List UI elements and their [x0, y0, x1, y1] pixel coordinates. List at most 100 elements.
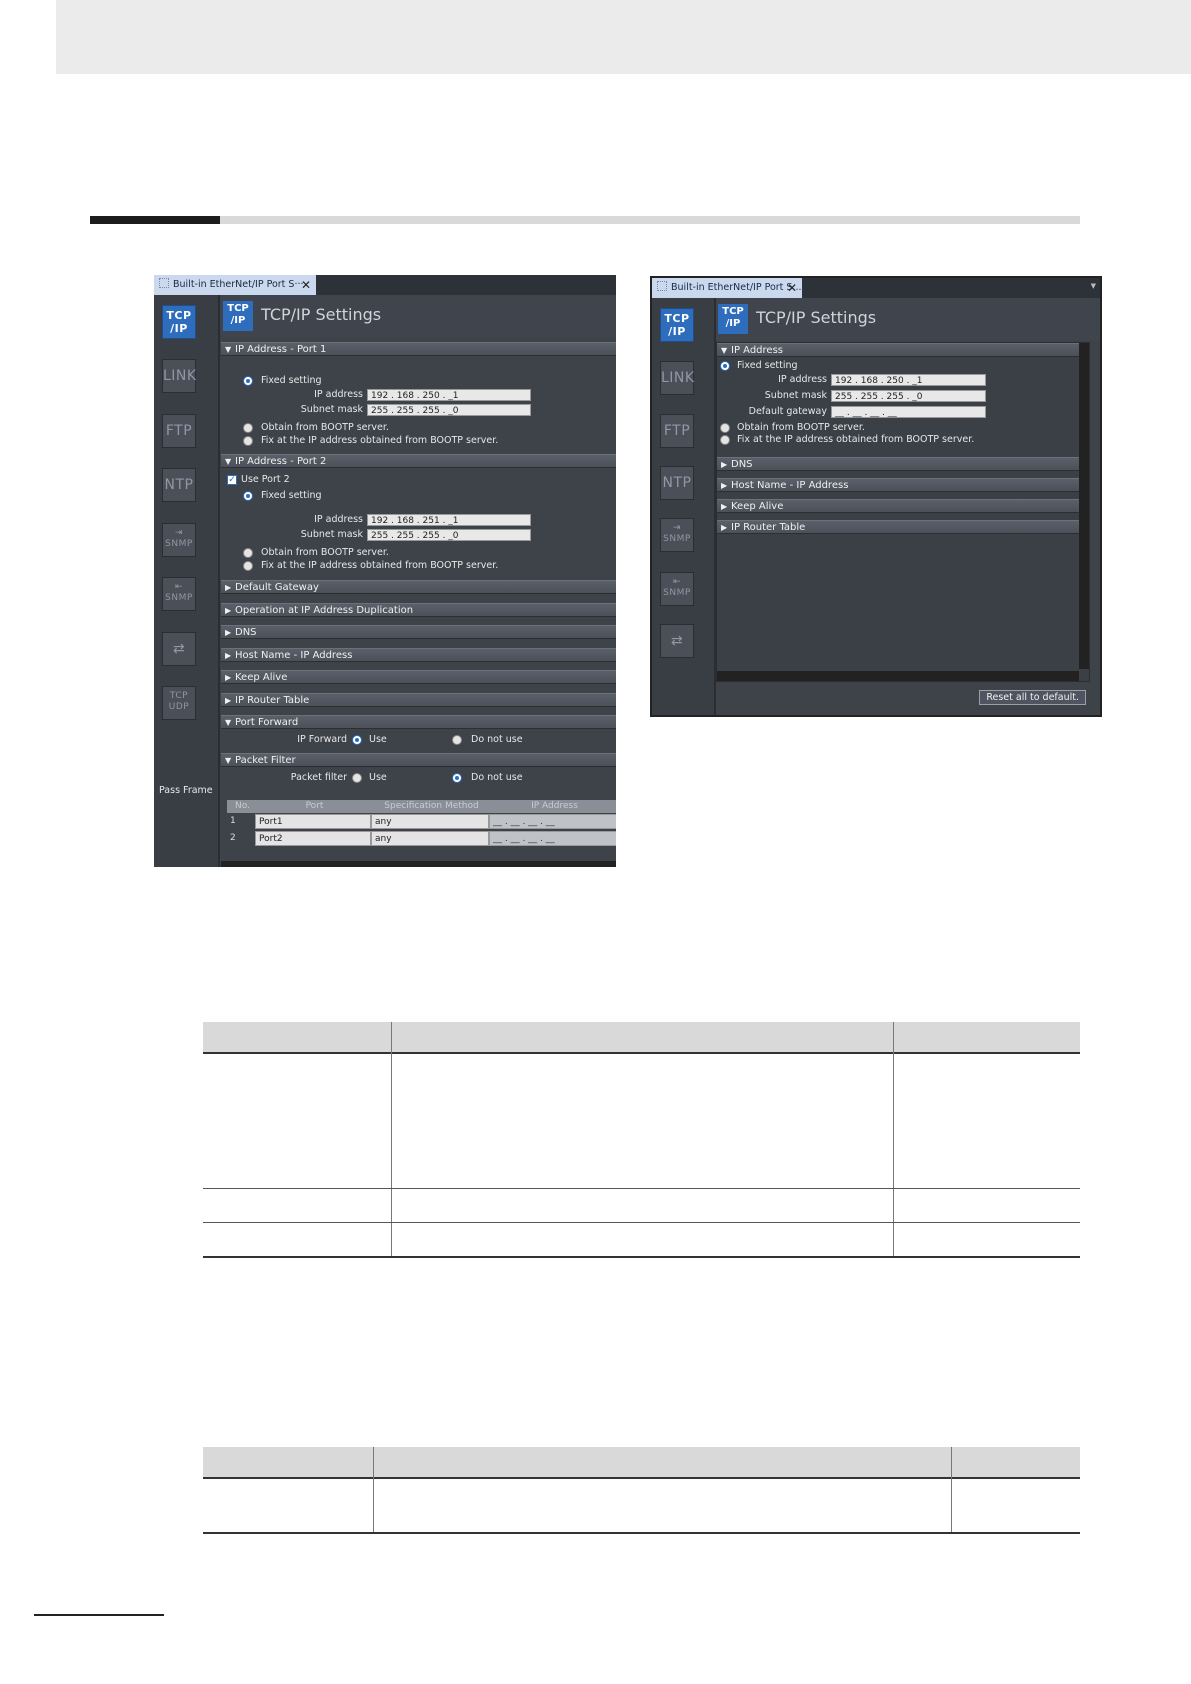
- section-host-name[interactable]: ▶ Host Name - IP Address: [221, 648, 616, 662]
- subnet-mask-field[interactable]: 255 . 255 . 255 . _0: [367, 404, 531, 416]
- fix-bootp-radio[interactable]: [243, 436, 253, 446]
- ftp-icon[interactable]: FTP: [162, 414, 196, 448]
- ip-address-cell[interactable]: __ . __ . __ . __: [489, 814, 616, 829]
- ntp-icon[interactable]: NTP: [162, 468, 196, 502]
- dropdown-arrow-icon[interactable]: ▼: [1091, 282, 1096, 290]
- bootp-radio[interactable]: [243, 423, 253, 433]
- section-label: IP Address: [731, 345, 783, 356]
- ip-forward-use-radio[interactable]: [352, 735, 362, 745]
- vertical-scrollbar[interactable]: [1079, 343, 1089, 669]
- column-header: Specification Method: [384, 801, 479, 811]
- collapse-arrow-icon: ▶: [721, 481, 728, 490]
- section-keep-alive[interactable]: ▶ Keep Alive: [717, 499, 1089, 513]
- default-gateway-field[interactable]: __ . __ . __ . __: [831, 406, 986, 418]
- reset-all-button[interactable]: Reset all to default.: [979, 690, 1086, 705]
- snmp-send-icon[interactable]: ⇥ SNMP: [660, 518, 694, 552]
- bootp-radio[interactable]: [720, 423, 730, 433]
- section-ip-router-table[interactable]: ▶ IP Router Table: [717, 520, 1089, 534]
- snmp-send-icon[interactable]: ⇥ SNMP: [162, 523, 196, 557]
- section-ip-address-port1[interactable]: ▼ IP Address - Port 1: [221, 342, 616, 356]
- collapse-arrow-icon: ▶: [225, 673, 232, 682]
- tab-title: Built-in EtherNet/IP Port S...: [671, 282, 802, 293]
- ntp-icon[interactable]: NTP: [660, 466, 694, 500]
- section-default-gateway[interactable]: ▶ Default Gateway: [221, 580, 616, 594]
- fix-bootp-radio-port2[interactable]: [243, 561, 253, 571]
- port-cell[interactable]: Port1: [255, 814, 371, 829]
- tab-title: Built-in EtherNet/IP Port S···: [173, 279, 304, 290]
- subnet-mask-field-port2[interactable]: 255 . 255 . 255 . _0: [367, 529, 531, 541]
- ip-forward-do-not-use-radio[interactable]: [452, 735, 462, 745]
- row-number: 1: [227, 814, 255, 829]
- ip-address-cell[interactable]: __ . __ . __ . __: [489, 831, 616, 846]
- table-header: [203, 1022, 1080, 1054]
- table-row[interactable]: 1 Port1 any __ . __ . __ . __: [227, 814, 616, 830]
- section-label: DNS: [235, 627, 257, 638]
- collapse-arrow-icon: ▶: [225, 651, 232, 660]
- section-ip-duplication[interactable]: ▶ Operation at IP Address Duplication: [221, 603, 616, 617]
- packet-filter-do-not-use-label: Do not use: [471, 772, 523, 783]
- horizontal-scrollbar[interactable]: [221, 861, 616, 867]
- fix-bootp-radio[interactable]: [720, 435, 730, 445]
- transfer-icon[interactable]: ⇄: [660, 624, 694, 658]
- section-ip-address[interactable]: ▼ IP Address: [717, 343, 1089, 357]
- packet-filter-use-radio[interactable]: [352, 773, 362, 783]
- tcpip-icon[interactable]: TCP/IP: [660, 308, 694, 342]
- section-keep-alive[interactable]: ▶ Keep Alive: [221, 670, 616, 684]
- spec-method-cell[interactable]: any: [371, 831, 489, 846]
- collapse-arrow-icon: ▶: [721, 460, 728, 469]
- spec-method-cell[interactable]: any: [371, 814, 489, 829]
- ip-address-label-port2: IP address: [314, 514, 363, 525]
- section-label: DNS: [731, 459, 753, 470]
- pass-frame-label: Pass Frame: [159, 785, 213, 796]
- section-dns[interactable]: ▶ DNS: [717, 457, 1089, 471]
- close-icon[interactable]: ✕: [301, 275, 311, 295]
- snmp-receive-icon[interactable]: ⇤ SNMP: [162, 577, 196, 611]
- ip-address-field[interactable]: 192 . 168 . 250 . _1: [831, 374, 986, 386]
- tcpip-icon[interactable]: TCP/IP: [162, 305, 196, 339]
- subnet-mask-label: Subnet mask: [764, 390, 827, 401]
- table-header-row: No. Port Specification Method IP Address: [227, 800, 616, 813]
- subnet-mask-field[interactable]: 255 . 255 . 255 . _0: [831, 390, 986, 402]
- section-packet-filter[interactable]: ▼ Packet Filter: [221, 753, 616, 767]
- table-bottom-rule: [203, 1256, 1080, 1258]
- bootp-radio-port2[interactable]: [243, 548, 253, 558]
- section-ip-router-table[interactable]: ▶ IP Router Table: [221, 693, 616, 707]
- row-divider: [203, 1222, 1080, 1223]
- tab-bar: Built-in EtherNet/IP Port S··· ✕: [154, 275, 616, 295]
- packet-filter-do-not-use-radio[interactable]: [452, 773, 462, 783]
- ip-address-field-port2[interactable]: 192 . 168 . 251 . _1: [367, 514, 531, 526]
- link-icon[interactable]: LINK: [660, 361, 694, 395]
- expand-arrow-icon: ▼: [225, 756, 232, 765]
- link-icon[interactable]: LINK: [162, 359, 196, 393]
- horizontal-scrollbar[interactable]: [717, 671, 1079, 681]
- tab-builtin-ethernet-port[interactable]: Built-in EtherNet/IP Port S··· ✕: [154, 275, 316, 295]
- section-dns[interactable]: ▶ DNS: [221, 625, 616, 639]
- tcp-udp-icon[interactable]: TCP UDP: [162, 686, 196, 720]
- ip-address-field[interactable]: 192 . 168 . 250 . _1: [367, 389, 531, 401]
- fixed-setting-radio-port2[interactable]: [243, 491, 253, 501]
- section-host-name[interactable]: ▶ Host Name - IP Address: [717, 478, 1089, 492]
- ftp-icon[interactable]: FTP: [660, 414, 694, 448]
- table-header: [203, 1447, 1080, 1479]
- table-row[interactable]: 2 Port2 any __ . __ . __ . __: [227, 831, 616, 847]
- fixed-setting-label: Fixed setting: [737, 360, 798, 371]
- use-port2-checkbox[interactable]: ✓: [227, 475, 237, 485]
- section-label: IP Address - Port 1: [235, 344, 327, 355]
- section-label: Port Forward: [235, 717, 299, 728]
- fixed-setting-radio[interactable]: [243, 376, 253, 386]
- packet-filter-use-label: Use: [369, 772, 387, 783]
- section-ip-address-port2[interactable]: ▼ IP Address - Port 2: [221, 454, 616, 468]
- port-cell[interactable]: Port2: [255, 831, 371, 846]
- section-rule: [220, 216, 1080, 224]
- fixed-setting-radio[interactable]: [720, 361, 730, 371]
- page-title: TCP/IP Settings: [261, 305, 382, 324]
- section-port-forward[interactable]: ▼ Port Forward: [221, 715, 616, 729]
- snmp-receive-icon[interactable]: ⇤ SNMP: [660, 572, 694, 606]
- settings-table-1: [203, 1022, 1080, 1258]
- packet-filter-label: Packet filter: [290, 772, 347, 783]
- transfer-icon[interactable]: ⇄: [162, 632, 196, 666]
- expand-arrow-icon: ▼: [225, 345, 232, 354]
- tab-builtin-ethernet-port[interactable]: Built-in EtherNet/IP Port S... ✕: [652, 278, 802, 298]
- close-icon[interactable]: ✕: [787, 278, 797, 298]
- collapse-arrow-icon: ▶: [225, 583, 232, 592]
